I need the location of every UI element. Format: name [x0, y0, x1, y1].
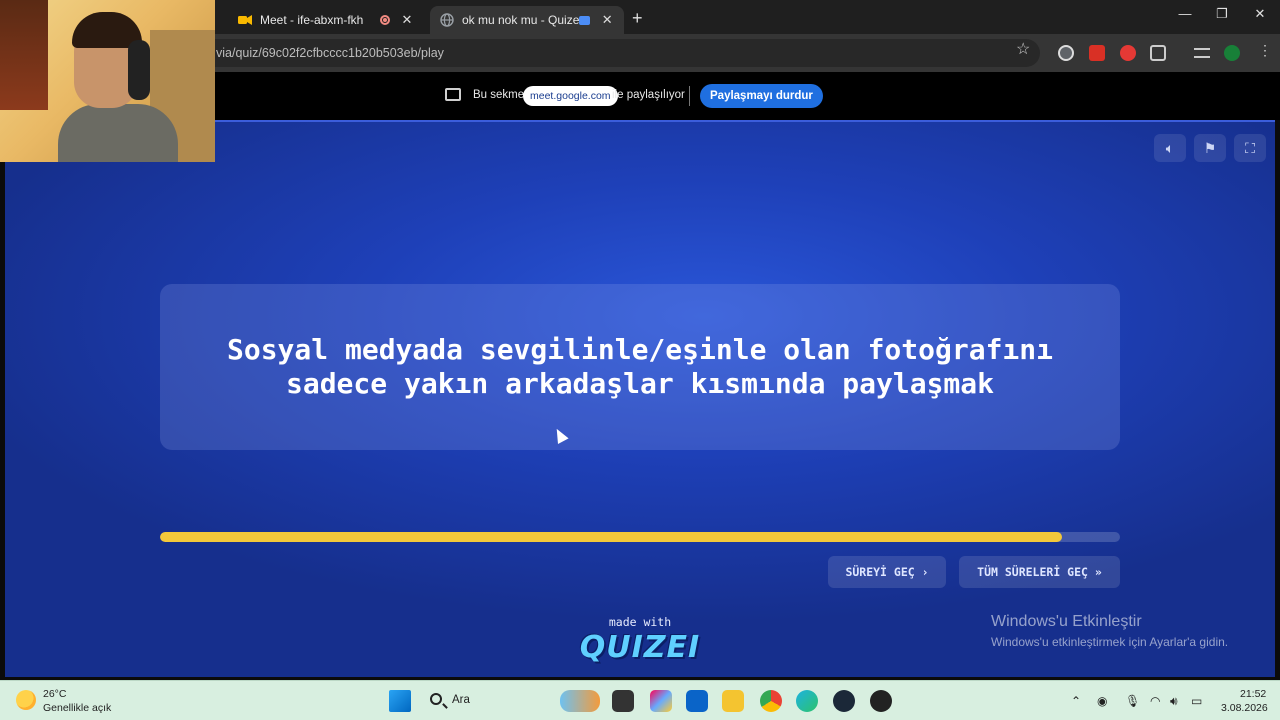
share-domain-badge: meet.google.com	[523, 86, 618, 106]
outlook-icon[interactable]	[686, 690, 708, 712]
extension-icon[interactable]	[1089, 45, 1105, 61]
weather-sun-icon[interactable]	[16, 690, 36, 710]
close-tab-icon[interactable]: ✕	[400, 12, 414, 28]
steam-icon[interactable]	[833, 690, 855, 712]
restore-button[interactable]: ❐	[1207, 6, 1237, 22]
obs-icon[interactable]	[870, 690, 892, 712]
wall-poster	[0, 0, 48, 110]
made-with-label: made with	[608, 615, 672, 629]
tab-meet[interactable]: Meet - ife-abxm-fkh ✕	[228, 6, 424, 34]
chevron-up-icon[interactable]: ⌃	[1071, 694, 1081, 708]
address-bar[interactable]: via/quiz/69c02f2cfbcccc1b20b503eb/play	[200, 39, 1040, 67]
share-suffix: ile paylaşılıyor	[612, 89, 685, 101]
search-highlight-icon[interactable]	[560, 690, 600, 712]
tab-title: ok mu nok mu - Quizei	[462, 13, 579, 27]
quiz-page: 🔈︎ ⚑ ⛶ Sosyal medyada sevgilinle/eşinle …	[5, 120, 1275, 677]
search-icon	[430, 693, 442, 705]
sharing-icon	[578, 15, 591, 25]
security-icon[interactable]: ◉	[1097, 694, 1107, 708]
skip-timer-button[interactable]: SÜREYİ GEÇ ›	[828, 556, 946, 588]
battery-icon[interactable]: ▭	[1191, 694, 1202, 708]
grammarly-extension-icon[interactable]	[1058, 45, 1074, 61]
taskbar-search[interactable]: Ara	[420, 687, 550, 715]
chrome-icon[interactable]	[760, 690, 782, 712]
globe-icon	[440, 13, 454, 27]
fullscreen-icon[interactable]: ⛶	[1234, 134, 1266, 162]
profile-avatar[interactable]	[1224, 45, 1240, 61]
close-tab-icon[interactable]: ✕	[600, 12, 614, 28]
menu-kebab-icon[interactable]: ⋮	[1258, 42, 1272, 58]
recording-icon	[380, 15, 390, 25]
webcam-overlay	[0, 0, 215, 162]
extensions-puzzle-icon[interactable]	[1150, 45, 1166, 61]
stop-sharing-button[interactable]: Paylaşmayı durdur	[700, 84, 823, 108]
tab-title: Meet - ife-abxm-fkh	[260, 13, 364, 27]
person-body	[58, 104, 178, 162]
flag-icon[interactable]: ⚑	[1194, 134, 1226, 162]
close-window-button[interactable]: ✕	[1245, 6, 1275, 22]
clock-time: 21:52	[1240, 688, 1267, 700]
windows-start-icon[interactable]	[389, 690, 411, 712]
double-chevron-right-icon: »	[1094, 565, 1102, 579]
clock-date: 3.08.2026	[1221, 702, 1268, 714]
screen: Meet - ife-abxm-fkh ✕ ok mu nok mu - Qui…	[0, 0, 1280, 720]
timer-progress-fill	[160, 532, 1063, 542]
headphones	[128, 40, 150, 100]
skip-all-timers-button[interactable]: TÜM SÜRELERİ GEÇ »	[959, 556, 1120, 588]
windows-activation-subtitle: Windows'u etkinleştirmek için Ayarlar'a …	[991, 635, 1229, 649]
question-text: Sosyal medyada sevgilinle/eşinle olan fo…	[226, 333, 1053, 400]
wifi-icon[interactable]: ◠	[1150, 694, 1160, 708]
google-meet-icon	[238, 13, 252, 27]
volume-icon[interactable]: 🔈︎	[1154, 134, 1186, 162]
skip-all-label: TÜM SÜRELERİ GEÇ	[977, 565, 1088, 579]
share-prefix: Bu sekme	[473, 89, 525, 101]
new-tab-button[interactable]: +	[632, 8, 643, 29]
reading-list-icon[interactable]	[1194, 48, 1210, 58]
windows-taskbar: 26°C Genellikle açık Ara ⌃ ◉ 🎙︎ ◠ 🔊︎ ▭ 2…	[0, 680, 1280, 720]
minimize-button[interactable]: —	[1170, 6, 1200, 21]
microphone-icon[interactable]: 🎙︎	[1125, 694, 1140, 708]
bookmark-star-icon[interactable]: ☆	[1016, 39, 1030, 59]
task-view-icon[interactable]	[612, 690, 634, 712]
weather-status: Genellikle açık	[43, 702, 112, 714]
edge-icon[interactable]	[796, 690, 818, 712]
timer-progress-bar	[160, 532, 1120, 542]
chevron-right-icon: ›	[921, 565, 929, 579]
screen-share-icon	[445, 88, 461, 101]
temperature: 26°C	[43, 688, 67, 700]
windows-activation-title: Windows'u Etkinleştir	[991, 613, 1142, 630]
speaker-icon[interactable]: 🔊︎	[1170, 694, 1178, 709]
question-card: Sosyal medyada sevgilinle/eşinle olan fo…	[160, 284, 1120, 450]
search-placeholder: Ara	[452, 694, 470, 706]
copilot-icon[interactable]	[650, 690, 672, 712]
divider	[689, 86, 690, 106]
file-explorer-icon[interactable]	[722, 690, 744, 712]
skip-timer-label: SÜREYİ GEÇ	[845, 565, 915, 579]
tab-quizei[interactable]: ok mu nok mu - Quizei ✕	[430, 6, 624, 34]
extension-badge-icon[interactable]	[1120, 45, 1136, 61]
quizei-logo[interactable]: QUIZEI	[540, 630, 740, 665]
